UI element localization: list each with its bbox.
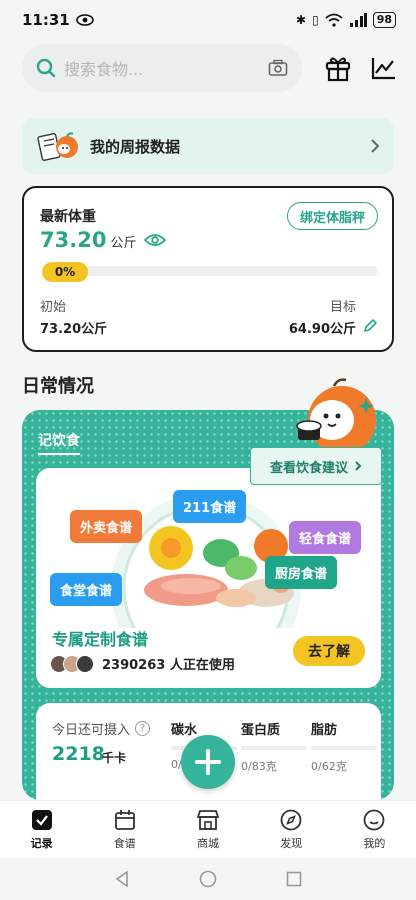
recipe-users: 2390263 人正在使用 [50, 654, 235, 673]
intake-kcal: 2218 [52, 743, 105, 765]
macro-name: 脂肪 [311, 723, 338, 738]
compass-icon [280, 809, 302, 830]
weekly-report-label: 我的周报数据 [90, 137, 181, 156]
macro-value: 0/62克 [311, 760, 347, 773]
user-avatars [50, 654, 94, 673]
chevron-right-icon [355, 461, 362, 471]
chart-icon[interactable] [368, 52, 400, 84]
intake-kcal-unit: 千卡 [102, 751, 127, 765]
start-weight-value: 73.20公斤 [40, 322, 108, 337]
search-placeholder: 搜索食物... [64, 60, 144, 79]
weight-card: 最新体重 73.20 公斤 绑定体脂秤 0% 初始 73.20公斤 目标 64.… [22, 186, 394, 352]
nav-label: 记录 [30, 836, 53, 850]
tab-diet[interactable]: 记饮食 [38, 430, 80, 455]
macro-bar [241, 746, 307, 750]
vibrate-icon: ▯ [312, 13, 319, 27]
eye-icon[interactable] [144, 233, 167, 247]
nav-item-discover[interactable]: 发现 [250, 801, 333, 858]
battery-indicator: 98 [372, 12, 396, 28]
macro-protein: 蛋白质 0/83克 [241, 719, 307, 774]
weight-value: 73.20 [40, 228, 107, 252]
macro-bar [311, 746, 377, 750]
nav-label: 我的 [363, 836, 386, 850]
wifi-icon [325, 13, 343, 27]
diet-advice-label: 查看饮食建议 [269, 460, 348, 476]
avatar [76, 654, 94, 673]
report-illustration-icon [37, 132, 78, 161]
nav-item-recipes[interactable]: 食谱 [83, 801, 166, 858]
edit-icon[interactable] [362, 318, 378, 334]
nav-item-record[interactable]: 记录 [0, 801, 83, 858]
smile-icon [364, 809, 385, 830]
macro-name: 蛋白质 [241, 723, 281, 738]
search-icon [36, 58, 56, 78]
goal-weight-label: 目标 [329, 300, 356, 315]
goal-weight-value: 64.90公斤 [288, 322, 356, 337]
status-time: 11:31 [22, 11, 70, 29]
record-icon [31, 809, 52, 830]
shop-icon [196, 809, 220, 830]
nav-label: 发现 [280, 836, 303, 850]
camera-icon[interactable] [268, 59, 288, 77]
weight-progress-bar [42, 266, 378, 276]
back-icon[interactable] [114, 870, 130, 888]
signal-icon [349, 13, 367, 27]
weight-value-row: 73.20 公斤 [40, 228, 167, 252]
system-nav-bar [0, 858, 416, 900]
bubble-canteen-recipe[interactable]: 食堂食谱 [50, 573, 123, 606]
eye-icon [75, 14, 94, 26]
plus-icon [195, 749, 221, 775]
macro-value: 0/83克 [241, 760, 277, 773]
bottom-nav: 记录 食谱 商城 发现 我的 [0, 800, 416, 858]
mascot-illustration [296, 378, 376, 454]
intake-label-row: 今日还可摄入 ? [52, 719, 151, 738]
learn-more-button[interactable]: 去了解 [293, 636, 365, 666]
help-icon[interactable]: ? [135, 721, 151, 736]
recipe-title: 专属定制食谱 [52, 630, 149, 649]
add-record-button[interactable] [181, 735, 235, 789]
bluetooth-icon: ✱ [296, 13, 307, 27]
calendar-icon [114, 809, 135, 830]
nav-label: 商城 [197, 836, 219, 850]
weight-title: 最新体重 [40, 209, 96, 225]
bind-scale-button[interactable]: 绑定体脂秤 [286, 202, 378, 230]
bubble-211-recipe[interactable]: 211食谱 [173, 490, 247, 523]
bubble-light-recipe[interactable]: 轻食食谱 [289, 521, 362, 554]
nav-item-shop[interactable]: 商城 [166, 801, 249, 858]
recents-icon[interactable] [286, 871, 302, 887]
bubble-takeout-recipe[interactable]: 外卖食谱 [70, 510, 143, 543]
bubble-kitchen-recipe[interactable]: 厨房食谱 [265, 556, 338, 589]
home-icon[interactable] [199, 870, 217, 888]
users-count-text: 2390263 人正在使用 [102, 658, 235, 673]
chevron-right-icon [371, 139, 380, 153]
weight-progress-badge: 0% [42, 262, 88, 282]
diet-advice-button[interactable]: 查看饮食建议 [250, 447, 382, 485]
macro-fat: 脂肪 0/62克 [311, 719, 377, 774]
gift-icon[interactable] [322, 52, 354, 84]
section-title: 日常情况 [22, 376, 94, 397]
nav-item-mine[interactable]: 我的 [333, 801, 416, 858]
weekly-report-banner[interactable]: 我的周报数据 [22, 118, 394, 174]
nav-label: 食谱 [113, 836, 136, 850]
start-weight-label: 初始 [40, 300, 67, 315]
search-bar[interactable]: 搜索食物... [22, 44, 302, 92]
intake-label: 今日还可摄入 [52, 723, 131, 738]
status-bar: 11:31 ✱ ▯ 98 [0, 0, 416, 40]
weight-unit: 公斤 [110, 236, 137, 251]
